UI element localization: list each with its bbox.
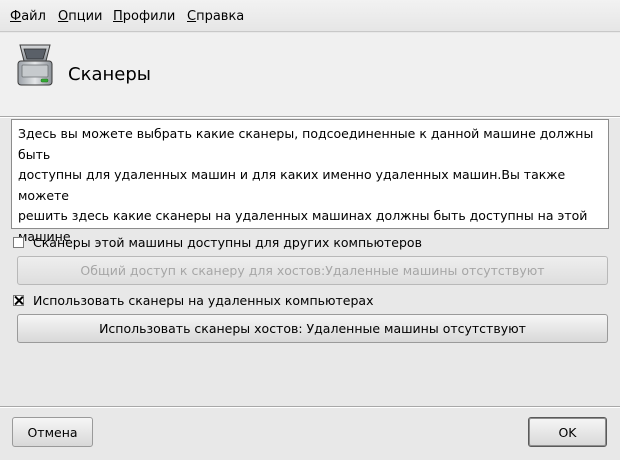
scanner-icon — [14, 41, 56, 89]
description-line-1: Здесь вы можете выбрать какие сканеры, п… — [18, 126, 594, 162]
menu-file-mnemonic: Ф — [10, 9, 22, 24]
share-hosts-button-label: Общий доступ к сканеру для хостов:Удален… — [80, 263, 545, 278]
menu-help-label: правка — [196, 9, 245, 24]
description-text: Здесь вы можете выбрать какие сканеры, п… — [11, 119, 609, 244]
header-divider — [0, 116, 620, 118]
share-local-label: Сканеры этой машины доступны для других … — [33, 234, 422, 250]
use-remote-hosts-button[interactable]: Использовать сканеры хостов: Удаленные м… — [17, 314, 608, 343]
description-line-2: доступны для удаленных машин и для каких… — [18, 167, 566, 203]
menu-profiles-mnemonic: П — [113, 9, 123, 24]
menu-file-label: айл — [21, 9, 46, 24]
menu-file[interactable]: Файл — [10, 9, 46, 24]
ok-button-label: OK — [558, 424, 577, 440]
menu-profiles-label: рофили — [122, 9, 176, 24]
dialog-header: Сканеры — [0, 33, 620, 117]
menu-options[interactable]: Опции — [58, 9, 102, 24]
share-local-checkbox-row[interactable]: Сканеры этой машины доступны для других … — [13, 234, 422, 250]
cancel-button-label: Отмена — [27, 424, 78, 440]
menu-profiles[interactable]: Профили — [113, 9, 175, 24]
menu-options-mnemonic: О — [58, 9, 69, 24]
share-local-checkbox[interactable] — [13, 236, 24, 248]
use-remote-hosts-button-label: Использовать сканеры хостов: Удаленные м… — [99, 321, 526, 336]
share-hosts-button[interactable]: Общий доступ к сканеру для хостов:Удален… — [17, 256, 608, 285]
cancel-button[interactable]: Отмена — [12, 417, 93, 447]
menu-options-label: пции — [68, 9, 103, 24]
use-remote-checkbox[interactable] — [13, 294, 24, 306]
menu-bar: Файл Опции Профили Справка — [0, 0, 620, 32]
ok-button[interactable]: OK — [528, 417, 607, 447]
use-remote-label: Использовать сканеры на удаленных компью… — [33, 292, 374, 308]
footer-divider — [0, 406, 620, 408]
page-title: Сканеры — [68, 64, 151, 85]
menu-help[interactable]: Справка — [187, 9, 244, 24]
menu-help-mnemonic: С — [187, 9, 197, 24]
use-remote-checkbox-row[interactable]: Использовать сканеры на удаленных компью… — [13, 292, 374, 308]
